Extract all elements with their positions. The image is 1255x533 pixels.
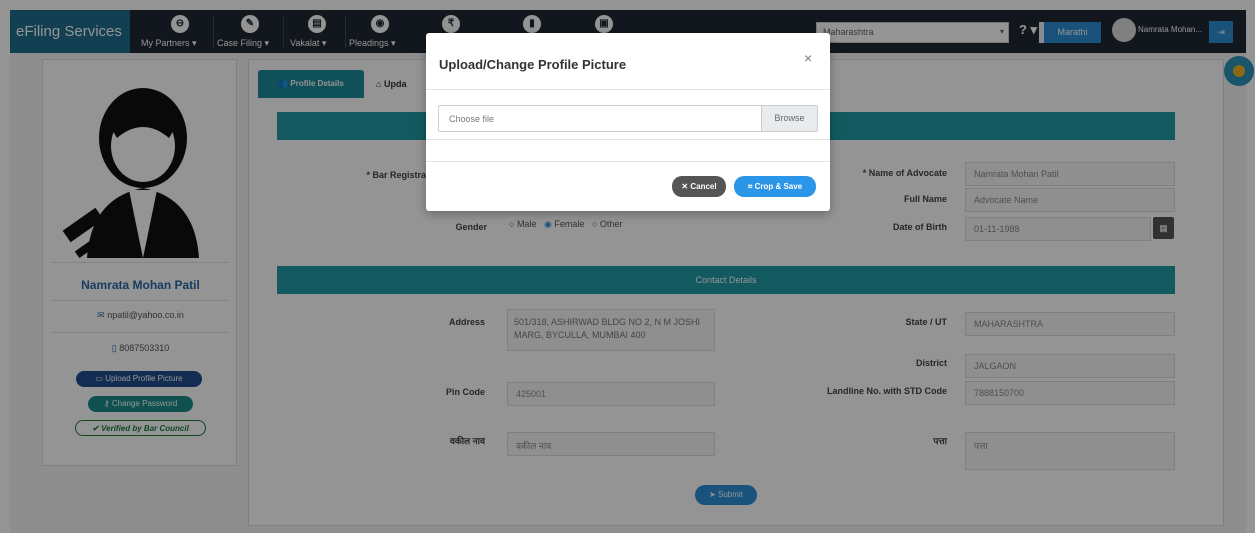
file-input-placeholder: Choose file [449,114,495,124]
modal-title: Upload/Change Profile Picture [439,57,627,72]
modal-divider [426,161,830,162]
modal-divider [426,139,830,140]
modal-divider [426,89,830,90]
cancel-button[interactable]: ✕ Cancel [672,176,726,197]
upload-picture-modal: Upload/Change Profile Picture × Choose f… [426,33,830,211]
browse-button[interactable]: Browse [761,106,817,131]
file-input[interactable]: Choose file Browse [438,105,818,132]
close-icon: ✕ [681,182,689,191]
close-icon[interactable]: × [804,50,812,66]
crop-icon: ⌗ [747,182,753,191]
crop-save-button[interactable]: ⌗ Crop & Save [734,176,816,197]
